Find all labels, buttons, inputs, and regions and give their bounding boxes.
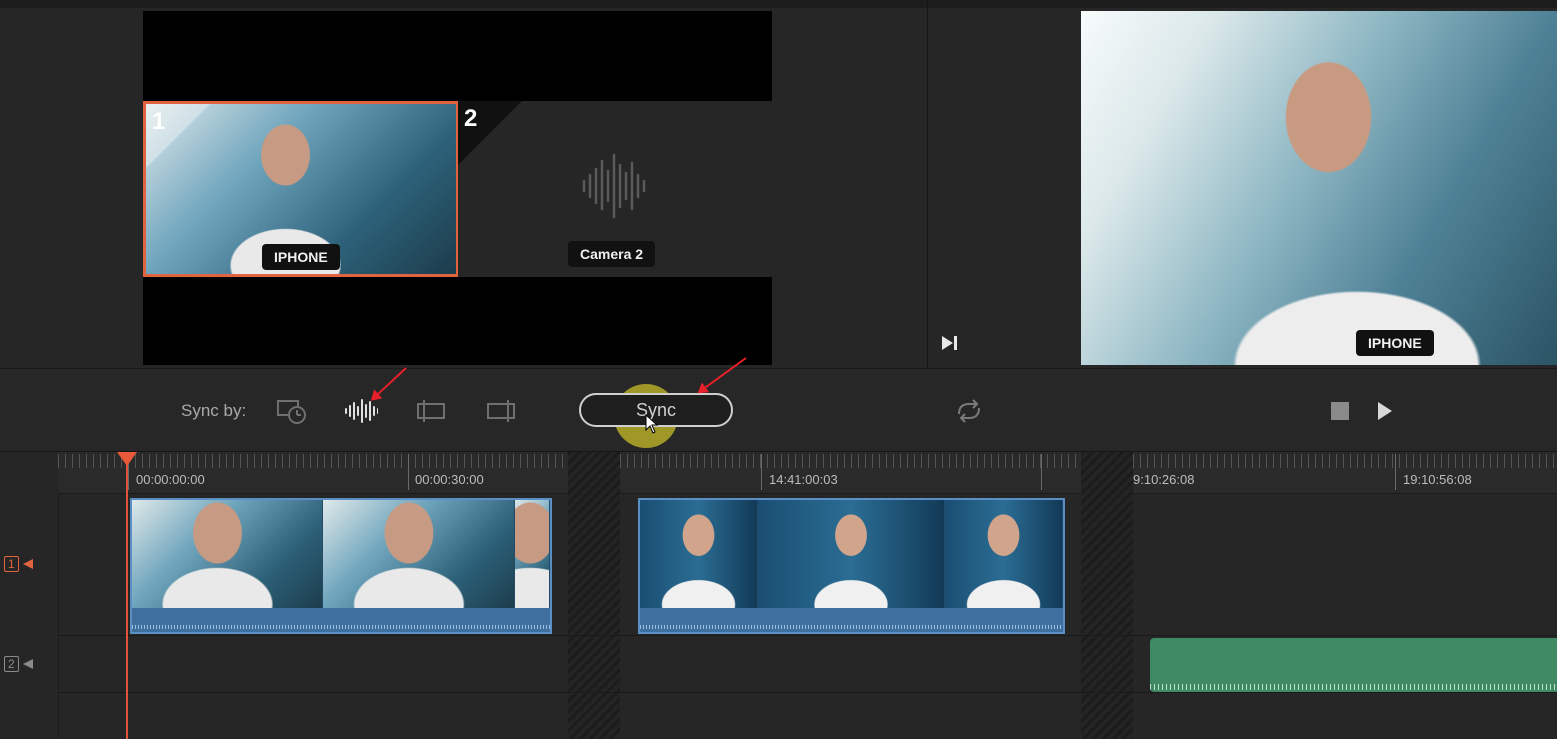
clip-thumbnail	[514, 500, 550, 610]
timeline-gap	[1081, 452, 1133, 739]
playhead[interactable]	[126, 462, 128, 739]
mouse-cursor-icon	[645, 414, 659, 434]
track-divider	[0, 692, 1557, 693]
ruler-major-tick	[408, 454, 409, 490]
clip-thumbnail	[132, 500, 324, 610]
program-frame	[1081, 11, 1557, 365]
ruler-timecode: 14:41:00:03	[769, 472, 838, 487]
clip-thumbnail	[640, 500, 758, 610]
ruler-ticks	[620, 454, 1081, 468]
play-icon[interactable]	[1377, 401, 1393, 421]
ruler-timecode: 00:00:00:00	[136, 472, 205, 487]
swap-icon[interactable]	[955, 398, 983, 424]
video-clip-1[interactable]	[130, 498, 552, 634]
angle-number: 1	[152, 108, 166, 135]
track-header-column: 1 2	[0, 495, 59, 739]
video-track-1-header[interactable]: 1	[4, 555, 35, 573]
clip-thumbnail	[757, 500, 946, 610]
timecode-sync-icon[interactable]	[275, 396, 309, 426]
clip-thumbnail	[945, 500, 1063, 610]
track-divider	[0, 635, 1557, 636]
video-track-2-header[interactable]: 2	[4, 655, 35, 673]
angle-label: IPHONE	[262, 244, 340, 270]
ruler-timecode: 9:10:26:08	[1133, 472, 1195, 487]
clip-audio-waveform	[640, 608, 1063, 632]
clip-thumbnails	[640, 500, 1063, 610]
ruler-timecode: 19:10:56:08	[1403, 472, 1472, 487]
stop-icon[interactable]	[1331, 402, 1349, 420]
ruler-major-tick	[1041, 454, 1042, 490]
ruler-timecode: 00:00:30:00	[415, 472, 484, 487]
multicam-angle-grid: 1 IPHONE 2 Camera 2	[143, 11, 772, 365]
clip-audio-waveform	[132, 608, 550, 632]
clip-thumbnail	[323, 500, 515, 610]
ruler-ticks	[1133, 454, 1557, 468]
track-number: 2	[4, 656, 19, 672]
video-clip-2[interactable]	[638, 498, 1065, 634]
out-point-sync-icon[interactable]	[484, 396, 518, 426]
timeline-ruler-2[interactable]: 14:41:00:03	[620, 452, 1081, 494]
next-clip-icon[interactable]	[940, 334, 960, 352]
clip-thumbnails	[132, 500, 550, 610]
angle-2-tile[interactable]: 2 Camera 2	[458, 101, 772, 277]
angle-number: 2	[464, 105, 478, 132]
program-video: IPHONE	[1081, 11, 1557, 365]
top-strip	[0, 0, 1557, 8]
timeline-ruler-3[interactable]: 9:10:26:08 19:10:56:08	[1133, 452, 1557, 494]
timeline-gap	[568, 452, 620, 739]
audio-clip[interactable]	[1150, 638, 1557, 692]
track-number: 1	[4, 556, 19, 572]
playhead-handle[interactable]	[117, 452, 137, 466]
in-point-sync-icon[interactable]	[414, 396, 448, 426]
ruler-major-tick	[761, 454, 762, 490]
video-camera-icon	[22, 659, 33, 669]
video-camera-icon	[22, 559, 33, 569]
audio-waveform-icon	[582, 153, 646, 219]
ruler-major-tick	[1395, 454, 1396, 490]
angle-1-tile[interactable]: 1 IPHONE	[143, 101, 459, 277]
program-angle-label: IPHONE	[1356, 330, 1434, 356]
sync-by-label: Sync by:	[181, 401, 247, 420]
angle-label: Camera 2	[568, 241, 656, 267]
